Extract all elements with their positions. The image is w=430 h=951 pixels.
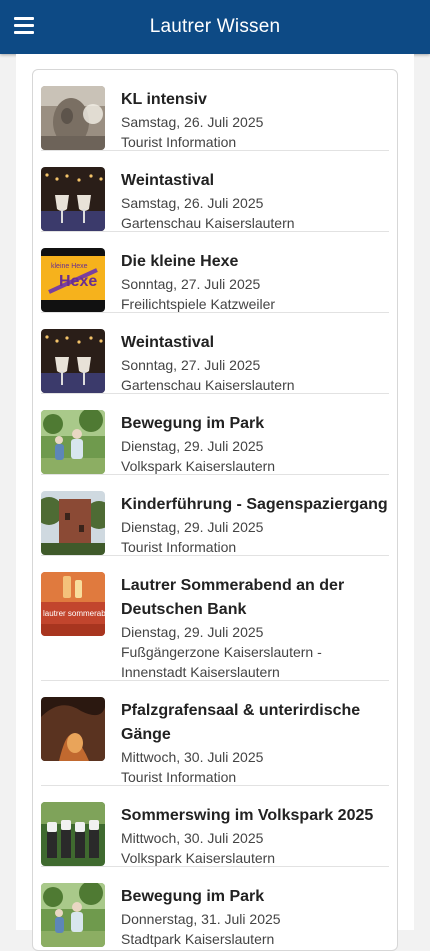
event-location: Tourist Information <box>121 769 237 785</box>
event-title: Sommerswing im Volkspark 2025 <box>121 807 374 824</box>
event-title: Weintastival <box>121 334 215 351</box>
event-date: Sonntag, 27. Juli 2025 <box>121 357 261 373</box>
event-item[interactable]: Bewegung im Park Donnerstag, 31. Juli 20… <box>41 875 389 947</box>
wine-glasses-photo-thumbnail <box>41 329 105 393</box>
event-date: Dienstag, 29. Juli 2025 <box>121 519 264 535</box>
park-exercise-photo-thumbnail <box>41 410 105 474</box>
event-item[interactable]: Weintastival Sonntag, 27. Juli 2025 Gart… <box>41 321 389 394</box>
event-item[interactable]: Bewegung im Park Dienstag, 29. Juli 2025… <box>41 402 389 475</box>
event-date: Samstag, 26. Juli 2025 <box>121 195 264 211</box>
event-location: Freilichtspiele Katzweiler <box>121 296 276 312</box>
menu-icon[interactable] <box>14 17 34 35</box>
event-item[interactable]: Sommerswing im Volkspark 2025 Mittwoch, … <box>41 794 389 867</box>
event-title: Kinderführung - Sagenspaziergang <box>121 496 388 513</box>
event-location: Tourist Information <box>121 134 237 150</box>
event-location: Gartenschau Kaiserslautern <box>121 215 295 231</box>
event-location: Volkspark Kaiserslautern <box>121 850 276 866</box>
hexe-logo-text-big: Hexe <box>59 273 97 290</box>
event-item[interactable]: kleine Hexe Hexe Die kleine Hexe Sonntag,… <box>41 240 389 313</box>
band-photo-thumbnail <box>41 802 105 866</box>
event-title: Pfalzgrafensaal & unterirdische Gänge <box>121 702 361 743</box>
cave-photo-thumbnail <box>41 697 105 761</box>
app-bar: Lautrer Wissen <box>0 0 430 54</box>
wine-glasses-photo-thumbnail <box>41 167 105 231</box>
event-title: Lautrer Sommerabend an der Deutschen Ban… <box>121 577 345 618</box>
event-title: Die kleine Hexe <box>121 253 239 270</box>
event-location: Stadtpark Kaiserslautern <box>121 931 275 947</box>
hexe-logo-text-small: kleine Hexe <box>51 263 88 270</box>
event-date: Mittwoch, 30. Juli 2025 <box>121 830 264 846</box>
event-location: Gartenschau Kaiserslautern <box>121 377 295 393</box>
event-location: Fußgängerzone Kaiserslautern - Innenstad… <box>121 644 322 680</box>
event-location: Tourist Information <box>121 539 237 555</box>
event-item[interactable]: Weintastival Samstag, 26. Juli 2025 Gart… <box>41 159 389 232</box>
event-date: Donnerstag, 31. Juli 2025 <box>121 911 281 927</box>
event-list-card: KL intensiv Samstag, 26. Juli 2025 Touri… <box>32 69 398 951</box>
event-date: Sonntag, 27. Juli 2025 <box>121 276 261 292</box>
event-item[interactable]: Kinderführung - Sagenspaziergang Diensta… <box>41 483 389 556</box>
event-title: Bewegung im Park <box>121 888 265 905</box>
tower-photo-thumbnail <box>41 491 105 555</box>
event-title: Bewegung im Park <box>121 415 265 432</box>
statue-photo-thumbnail <box>41 86 105 150</box>
event-title: Weintastival <box>121 172 215 189</box>
event-title: KL intensiv <box>121 91 207 108</box>
poster-text: lautrer sommerabende <box>43 609 105 618</box>
event-location: Volkspark Kaiserslautern <box>121 458 276 474</box>
event-date: Mittwoch, 30. Juli 2025 <box>121 749 264 765</box>
event-date: Samstag, 26. Juli 2025 <box>121 114 264 130</box>
park-exercise-photo-thumbnail <box>41 883 105 947</box>
app-title: Lautrer Wissen <box>149 16 281 37</box>
event-item[interactable]: KL intensiv Samstag, 26. Juli 2025 Touri… <box>41 78 389 151</box>
event-item[interactable]: Pfalzgrafensaal & unterirdische Gänge Mi… <box>41 689 389 786</box>
event-item[interactable]: lautrer sommerabende Lautrer Sommerabend… <box>41 564 389 681</box>
event-date: Dienstag, 29. Juli 2025 <box>121 438 264 454</box>
sommerabend-poster-thumbnail: lautrer sommerabende <box>41 572 105 636</box>
hexe-logo-thumbnail: kleine Hexe Hexe <box>41 248 105 312</box>
event-date: Dienstag, 29. Juli 2025 <box>121 624 264 640</box>
